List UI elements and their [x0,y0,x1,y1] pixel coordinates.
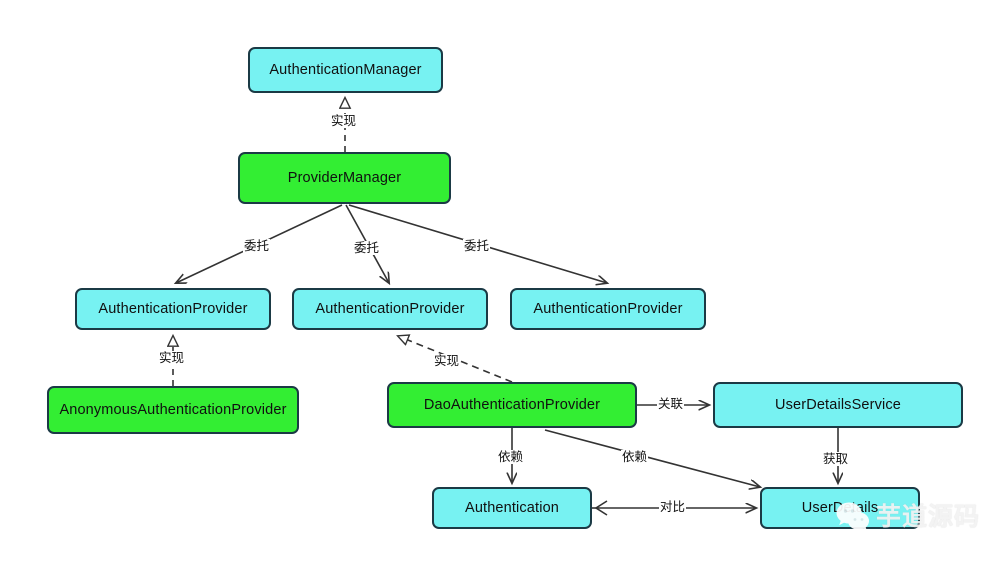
node-authentication-provider-2[interactable]: AuthenticationProvider [292,288,488,330]
edge-label-dao-implements: 实现 [433,354,461,368]
edge-label-obtain: 获取 [822,452,850,466]
node-user-details-service[interactable]: UserDetailsService [713,382,963,428]
node-anonymous-authentication-provider[interactable]: AnonymousAuthenticationProvider [47,386,299,434]
node-provider-manager[interactable]: ProviderManager [238,152,451,204]
node-label: AuthenticationProvider [315,301,465,317]
edge-label-depends-authentication: 依赖 [497,450,525,464]
node-dao-authentication-provider[interactable]: DaoAuthenticationProvider [387,382,637,428]
edge-label-depends-user-details: 依赖 [621,450,649,464]
edge-label-delegate-3: 委托 [463,239,491,253]
node-label: AuthenticationProvider [533,301,683,317]
node-authentication-provider-1[interactable]: AuthenticationProvider [75,288,271,330]
node-label: UserDetailsService [775,397,901,413]
edge-label-delegate-2: 委托 [353,241,381,255]
edge-dao-depends-user-details [544,429,760,487]
edge-layer: AuthenticationProvider #1 --> Authentica… [0,0,995,516]
node-label: ProviderManager [287,170,402,186]
node-authentication-manager[interactable]: AuthenticationManager [248,47,443,93]
node-label: AnonymousAuthenticationProvider [59,402,287,418]
edge-label-implements-authentication-manager: 实现 [330,114,358,128]
node-user-details[interactable]: UserDetails [760,487,920,529]
node-label: AuthenticationManager [269,62,422,78]
edge-label-anonymous-implements: 实现 [158,351,186,365]
node-label: Authentication [465,500,559,516]
edge-label-association: 关联 [657,397,685,411]
node-label: UserDetails [801,500,879,516]
edge-label-compare: 对比 [659,500,687,514]
node-label: AuthenticationProvider [98,301,248,317]
node-authentication-provider-3[interactable]: AuthenticationProvider [510,288,706,330]
node-authentication[interactable]: Authentication [432,487,592,529]
edge-label-delegate-1: 委托 [243,239,271,253]
uml-diagram: AuthenticationProvider #1 --> Authentica… [0,0,995,562]
node-label: DaoAuthenticationProvider [423,397,601,413]
